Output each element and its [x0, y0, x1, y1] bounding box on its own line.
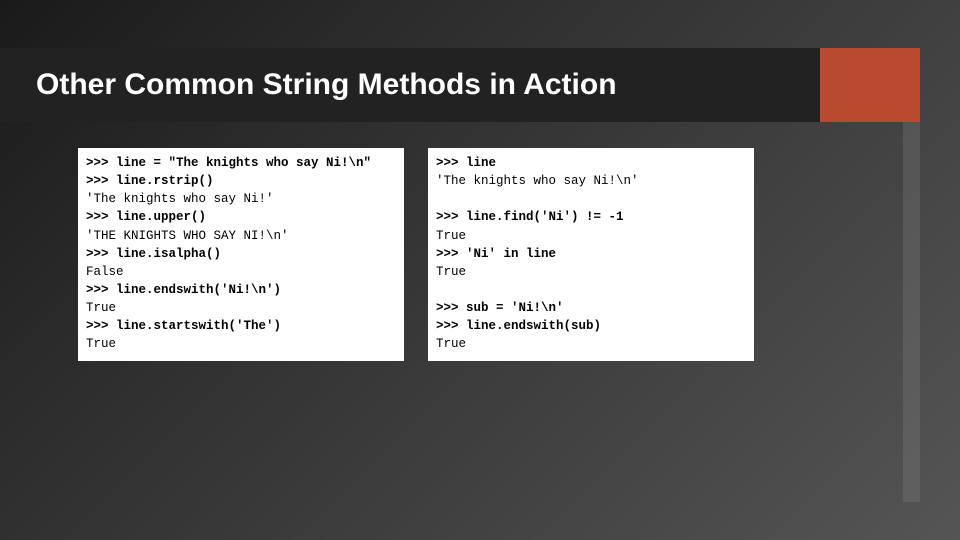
- code-right: >>> line 'The knights who say Ni!\n' >>>…: [436, 154, 744, 353]
- code-line: >>> line.isalpha(): [86, 247, 221, 261]
- code-line: True: [436, 229, 466, 243]
- code-box-left: >>> line = "The knights who say Ni!\n" >…: [78, 148, 404, 361]
- code-line: True: [436, 265, 466, 279]
- code-left: >>> line = "The knights who say Ni!\n" >…: [86, 154, 394, 353]
- code-line: >>> sub = 'Ni!\n': [436, 301, 564, 315]
- code-line: >>> line.rstrip(): [86, 174, 214, 188]
- right-rail: [903, 122, 920, 502]
- code-line: True: [86, 337, 116, 351]
- code-line: False: [86, 265, 124, 279]
- code-line: True: [86, 301, 116, 315]
- code-line: >>> line.endswith(sub): [436, 319, 601, 333]
- title-bar: Other Common String Methods in Action: [0, 48, 820, 122]
- accent-block: [820, 48, 920, 122]
- code-line: 'THE KNIGHTS WHO SAY NI!\n': [86, 229, 289, 243]
- code-line: >>> line.endswith('Ni!\n'): [86, 283, 281, 297]
- code-line: >>> 'Ni' in line: [436, 247, 556, 261]
- code-line: 'The knights who say Ni!\n': [436, 174, 639, 188]
- code-box-right: >>> line 'The knights who say Ni!\n' >>>…: [428, 148, 754, 361]
- code-line: True: [436, 337, 466, 351]
- code-line: >>> line: [436, 156, 496, 170]
- slide-title: Other Common String Methods in Action: [36, 68, 617, 102]
- code-line: 'The knights who say Ni!': [86, 192, 274, 206]
- code-line: >>> line.upper(): [86, 210, 206, 224]
- code-line: >>> line = "The knights who say Ni!\n": [86, 156, 371, 170]
- code-line: >>> line.find('Ni') != -1: [436, 210, 624, 224]
- content-area: >>> line = "The knights who say Ni!\n" >…: [78, 148, 754, 361]
- code-line: >>> line.startswith('The'): [86, 319, 281, 333]
